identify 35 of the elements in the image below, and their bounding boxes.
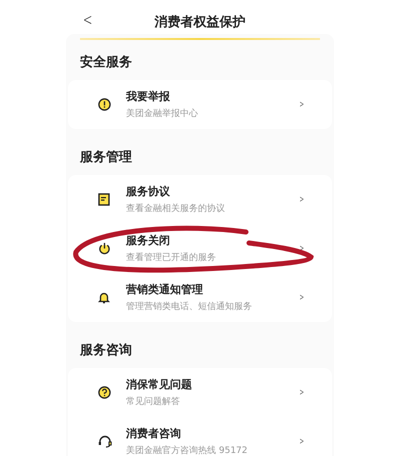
- item-title: 我要举报: [126, 89, 171, 104]
- document-icon: [98, 193, 110, 206]
- section-title: 服务咨询: [78, 342, 133, 360]
- service-item[interactable]: 我要举报 美团金融举报中心 >: [68, 80, 332, 129]
- item-subtitle: 美团金融官方咨询热线 95172: [126, 444, 248, 456]
- item-title: 服务关闭: [126, 233, 171, 248]
- item-subtitle: 美团金融举报中心: [126, 108, 199, 120]
- chevron-icon: >: [300, 194, 304, 204]
- item-title: 消费者咨询: [126, 426, 182, 441]
- section-title: 服务管理: [78, 149, 133, 167]
- service-item[interactable]: 消费者咨询 美团金融官方咨询热线 95172 >: [68, 417, 332, 456]
- back-button[interactable]: <: [83, 10, 97, 28]
- service-item[interactable]: 消保常见问题 常见问题解答 >: [68, 368, 332, 417]
- section-title: 安全服务: [79, 54, 133, 72]
- item-subtitle: 查看金融相关服务的协议: [126, 202, 226, 215]
- page-title: 消费者权益保护: [154, 14, 246, 31]
- headset-icon: [98, 435, 112, 448]
- chevron-icon: >: [300, 388, 304, 398]
- item-title: 营销类通知管理: [126, 282, 204, 297]
- bell-icon: [98, 291, 110, 304]
- item-title: 消保常见问题: [126, 377, 193, 392]
- service-item[interactable]: 服务协议 查看金融相关服务的协议 >: [68, 175, 332, 224]
- service-item[interactable]: 营销类通知管理 管理营销类电话、短信通知服务 >: [68, 273, 332, 322]
- item-title: 服务协议: [126, 184, 171, 199]
- item-subtitle: 管理营销类电话、短信通知服务: [126, 300, 253, 313]
- service-item[interactable]: 服务关闭 查看管理已开通的服务 >: [68, 224, 332, 273]
- item-subtitle: 常见问题解答: [126, 396, 181, 408]
- item-subtitle: 查看管理已开通的服务: [126, 252, 217, 264]
- chevron-icon: >: [300, 292, 304, 302]
- chevron-icon: >: [300, 436, 304, 446]
- chevron-icon: >: [300, 244, 304, 254]
- warning-icon: [98, 98, 111, 111]
- chevron-icon: >: [300, 100, 304, 110]
- power-icon: [98, 242, 111, 255]
- help-icon: [98, 386, 111, 399]
